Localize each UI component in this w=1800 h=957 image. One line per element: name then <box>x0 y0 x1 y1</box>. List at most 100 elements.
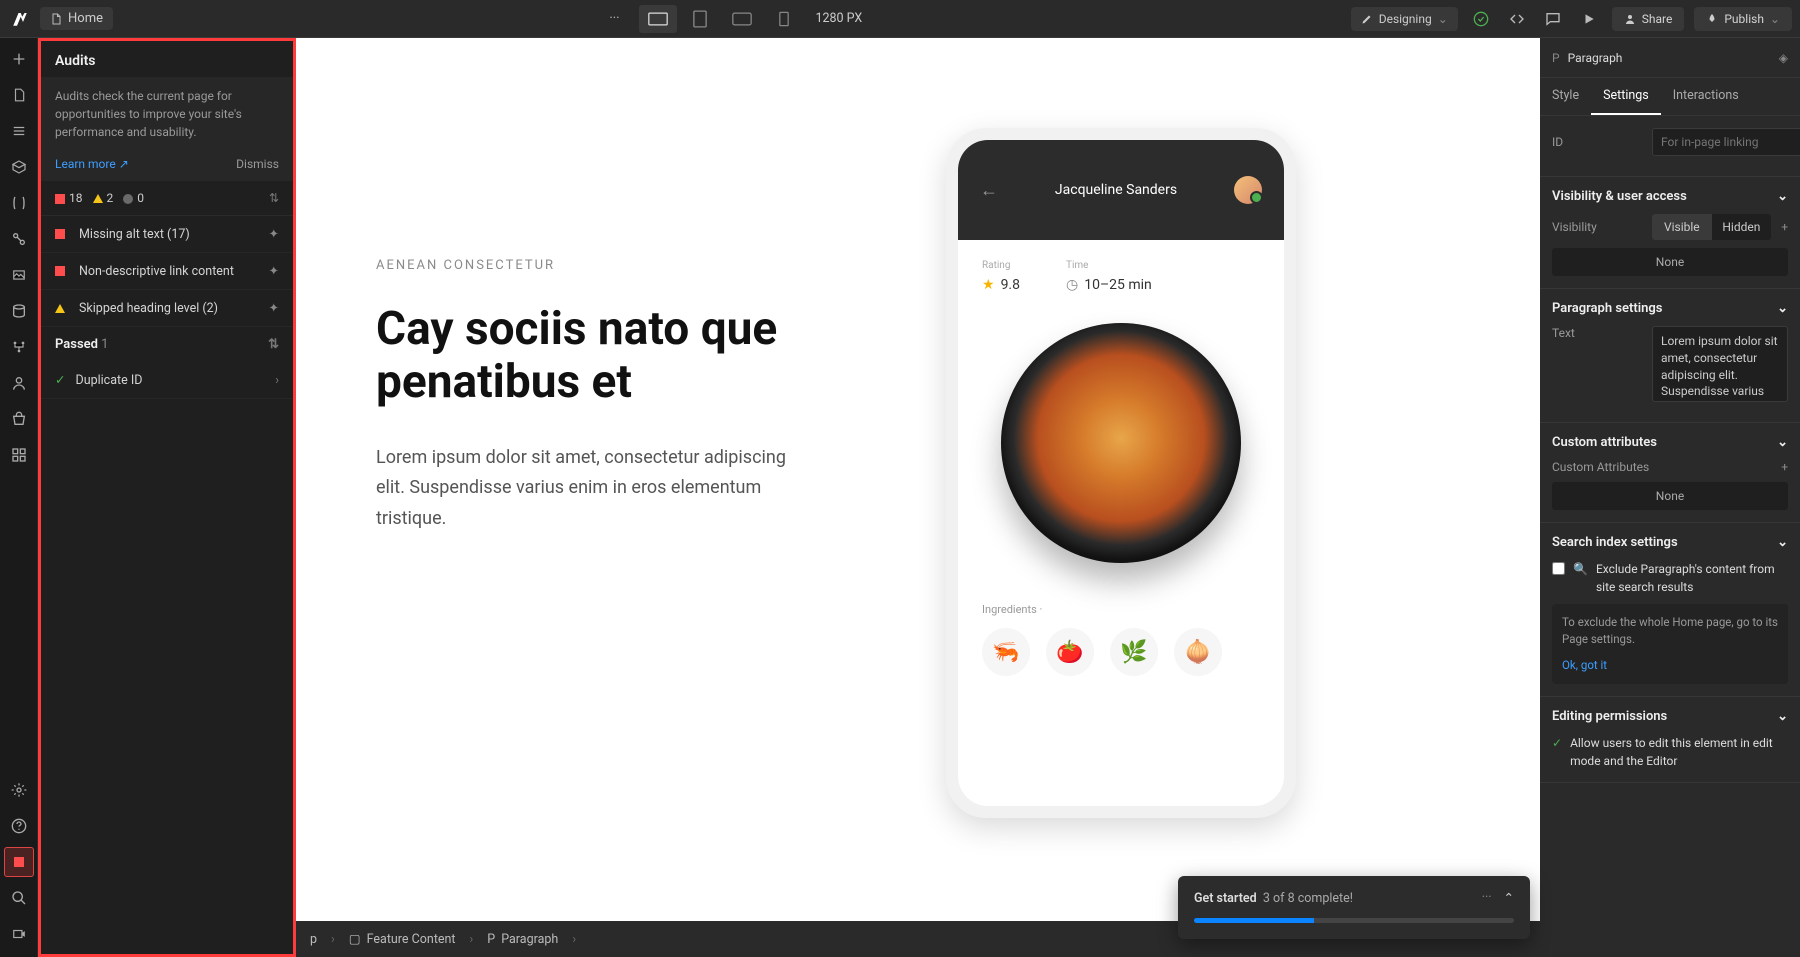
visibility-header[interactable]: Visibility & user access⌄ <box>1552 189 1788 204</box>
visibility-conditions[interactable]: None <box>1552 248 1788 276</box>
dismiss-button[interactable]: Dismiss <box>236 157 279 171</box>
wand-icon[interactable]: ✦ <box>269 263 279 279</box>
paragraph-header[interactable]: Paragraph settings⌄ <box>1552 301 1788 316</box>
sort-icon[interactable]: ⇅ <box>268 337 279 352</box>
audit-item[interactable]: Missing alt text (17) ✦ <box>41 216 293 253</box>
cms-icon[interactable] <box>4 296 34 326</box>
chevron-up-icon[interactable]: ⌃ <box>1504 890 1514 906</box>
page-selector[interactable]: Home <box>40 7 113 30</box>
desktop-large-icon[interactable] <box>639 5 677 33</box>
exclude-checkbox[interactable] <box>1552 562 1565 575</box>
settings-icon[interactable] <box>4 775 34 805</box>
tablet-icon[interactable] <box>723 5 761 33</box>
share-label: Share <box>1642 12 1673 26</box>
users-icon[interactable] <box>4 368 34 398</box>
body-paragraph[interactable]: Lorem ipsum dolor sit amet, consectetur … <box>376 443 796 535</box>
components-icon[interactable] <box>4 152 34 182</box>
headline[interactable]: Cay sociis nato que penatibus et <box>376 303 796 409</box>
person-icon <box>1624 13 1636 25</box>
get-started-toast: Get started 3 of 8 complete! ··· ⌃ <box>1178 876 1530 939</box>
phone-column: ← Jacqueline Sanders Rating ★9.8 <box>946 98 1296 818</box>
phone-header: ← Jacqueline Sanders <box>958 140 1284 240</box>
audits-icon[interactable] <box>4 847 34 877</box>
component-icon[interactable]: ◈ <box>1779 51 1788 65</box>
learn-more-link[interactable]: Learn more ↗ <box>55 157 129 171</box>
ingredient-herbs: 🌿 <box>1110 628 1158 676</box>
more-icon[interactable]: ··· <box>601 6 627 32</box>
visibility-toggle[interactable]: Visible Hidden <box>1652 214 1771 240</box>
tab-style[interactable]: Style <box>1540 78 1591 115</box>
chevron-right-icon: › <box>572 932 576 947</box>
crumb[interactable]: ▢ Feature Content <box>349 931 456 947</box>
wand-icon[interactable]: ✦ <box>269 226 279 242</box>
share-button[interactable]: Share <box>1612 7 1685 31</box>
add-icon[interactable]: + <box>1781 460 1788 474</box>
help-icon[interactable] <box>4 811 34 841</box>
logic-icon[interactable] <box>4 332 34 362</box>
chevron-right-icon: › <box>331 932 335 947</box>
sort-icon[interactable]: ⇅ <box>269 191 279 205</box>
editing-header[interactable]: Editing permissions⌄ <box>1552 709 1788 724</box>
desktop-icon[interactable] <box>681 5 719 33</box>
video-icon[interactable] <box>4 919 34 949</box>
ok-link[interactable]: Ok, got it <box>1562 657 1778 674</box>
chevron-down-icon: ⌄ <box>1777 435 1788 450</box>
publish-button[interactable]: Publish ⌄ <box>1694 7 1792 31</box>
error-icon <box>55 229 65 239</box>
search-icon[interactable] <box>4 883 34 913</box>
left-tool-rail <box>0 38 38 957</box>
check-icon: ✓ <box>1552 734 1562 752</box>
error-icon <box>55 194 65 204</box>
check-icon: ✓ <box>55 372 65 388</box>
add-icon[interactable] <box>4 44 34 74</box>
audit-item[interactable]: Skipped heading level (2) ✦ <box>41 290 293 327</box>
variables-icon[interactable] <box>4 188 34 218</box>
dish-image <box>1001 323 1241 563</box>
search-index-header[interactable]: Search index settings⌄ <box>1552 535 1788 550</box>
toast-title: Get started <box>1194 891 1257 906</box>
visible-option[interactable]: Visible <box>1652 214 1712 240</box>
page-name: Home <box>68 11 103 26</box>
eyebrow[interactable]: AENEAN CONSECTETUR <box>376 258 796 273</box>
crumb[interactable]: p <box>310 932 317 947</box>
styles-icon[interactable] <box>4 224 34 254</box>
pages-icon[interactable] <box>4 80 34 110</box>
audit-item-passed[interactable]: ✓Duplicate ID › <box>41 362 293 399</box>
wand-icon[interactable]: ✦ <box>269 300 279 316</box>
add-icon[interactable]: + <box>1781 220 1788 234</box>
chevron-right-icon: › <box>470 932 474 947</box>
audit-item[interactable]: Non-descriptive link content ✦ <box>41 253 293 290</box>
mode-selector[interactable]: Designing ⌄ <box>1351 7 1458 31</box>
crumb[interactable]: P Paragraph <box>487 932 558 947</box>
custom-attrs-list[interactable]: None <box>1552 482 1788 510</box>
chevron-down-icon: ⌄ <box>1777 301 1788 316</box>
assets-icon[interactable] <box>4 260 34 290</box>
top-bar: Home ··· 1280 PX Designing ⌄ Share Publi… <box>0 0 1800 38</box>
ingredient-tomato: 🍅 <box>1046 628 1094 676</box>
text-input[interactable]: Lorem ipsum dolor sit amet, consectetur … <box>1652 326 1788 402</box>
navigator-icon[interactable] <box>4 116 34 146</box>
preview-icon[interactable] <box>1576 6 1602 32</box>
mobile-icon[interactable] <box>765 5 803 33</box>
check-icon[interactable] <box>1468 6 1494 32</box>
more-icon[interactable]: ··· <box>1482 890 1492 906</box>
text-column: AENEAN CONSECTETUR Cay sociis nato que p… <box>376 98 796 535</box>
custom-attrs-header[interactable]: Custom attributes⌄ <box>1552 435 1788 450</box>
brush-icon <box>1361 13 1373 25</box>
right-panel: P Paragraph ◈ Style Settings Interaction… <box>1540 38 1800 957</box>
error-icon <box>55 266 65 276</box>
tab-interactions[interactable]: Interactions <box>1661 78 1751 115</box>
apps-icon[interactable] <box>4 440 34 470</box>
hidden-option[interactable]: Hidden <box>1712 214 1772 240</box>
audits-description: Audits check the current page for opport… <box>41 77 293 151</box>
toast-status: 3 of 8 complete! <box>1263 891 1353 906</box>
comment-icon[interactable] <box>1540 6 1566 32</box>
webflow-logo[interactable] <box>8 7 32 31</box>
id-input[interactable] <box>1652 128 1800 156</box>
tab-settings[interactable]: Settings <box>1591 78 1661 115</box>
canvas[interactable]: AENEAN CONSECTETUR Cay sociis nato que p… <box>296 38 1540 921</box>
star-icon: ★ <box>982 277 995 293</box>
code-icon[interactable] <box>1504 6 1530 32</box>
ingredient-onion: 🧅 <box>1174 628 1222 676</box>
ecommerce-icon[interactable] <box>4 404 34 434</box>
